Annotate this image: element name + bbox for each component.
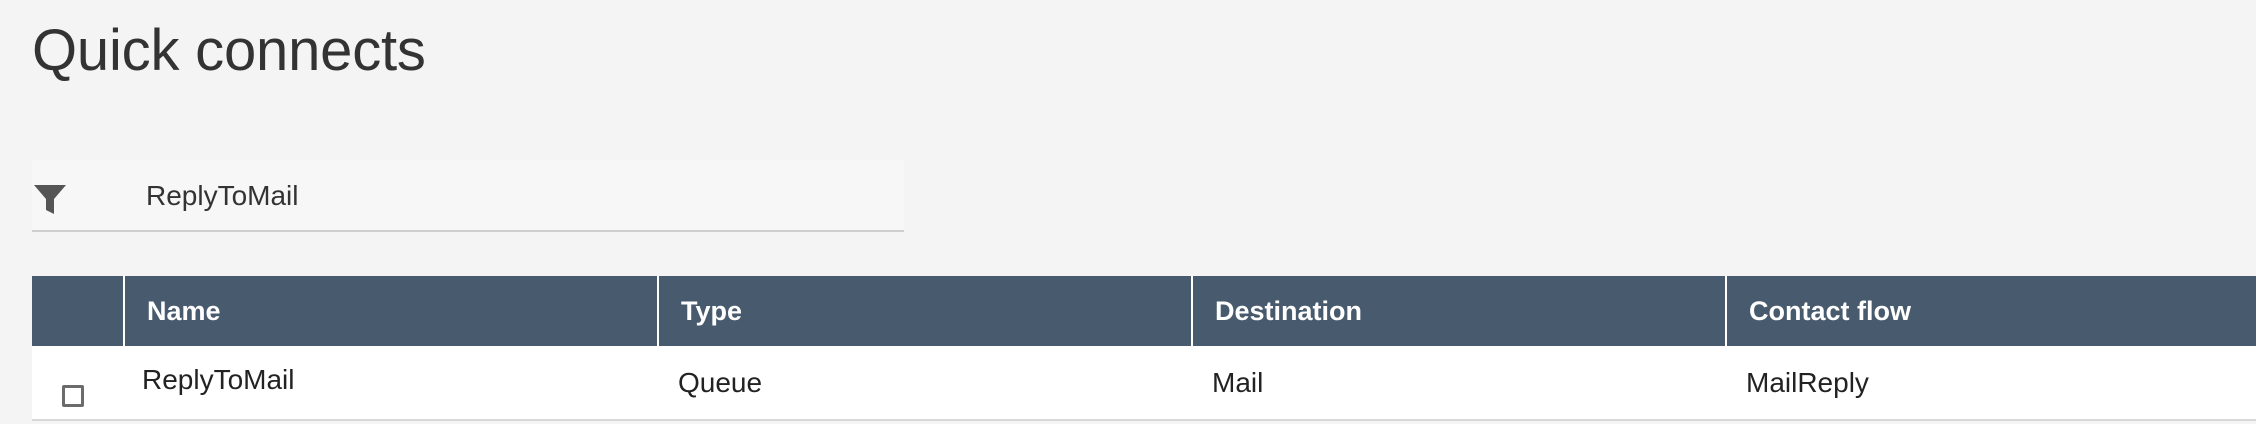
cell-contact-flow: MailReply [1726,346,2256,421]
table-row[interactable]: ReplyToMail Queue Mail MailReply [32,346,2256,421]
filter-bar [32,160,904,232]
select-column-header [32,276,125,346]
table-header-row: Name Type Destination Contact flow [32,276,2256,346]
cell-name[interactable]: ReplyToMail [124,346,658,421]
column-header-type[interactable]: Type [658,276,1193,346]
filter-icon[interactable] [32,182,72,218]
column-header-name[interactable]: Name [124,276,659,346]
row-checkbox[interactable] [62,384,84,407]
filter-input[interactable] [144,170,884,222]
cell-destination: Mail [1192,346,1726,421]
quick-connects-table: Name Type Destination Contact flow Reply… [32,276,2256,421]
cell-type: Queue [658,346,1192,421]
page-title: Quick connects [32,18,426,83]
column-header-destination[interactable]: Destination [1192,276,1727,346]
column-header-contact-flow[interactable]: Contact flow [1726,276,2256,346]
row-select-cell [32,346,124,421]
